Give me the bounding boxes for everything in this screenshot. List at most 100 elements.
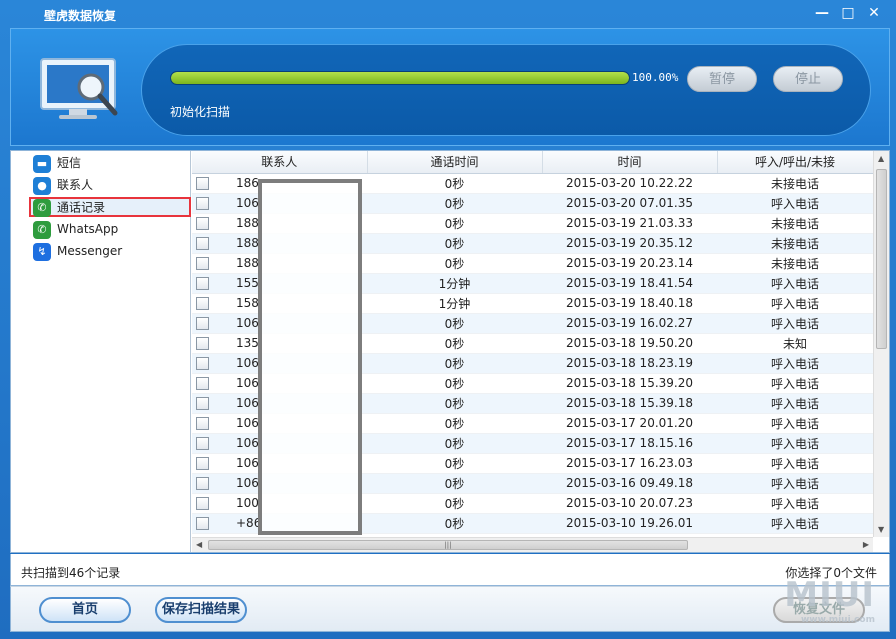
redaction-box — [258, 179, 362, 535]
contact-number: 158 — [236, 296, 259, 310]
row-checkbox[interactable] — [196, 516, 209, 530]
contact-number: 106 — [236, 316, 259, 330]
scan-progress-bar — [170, 71, 630, 85]
duration-cell: 1分钟 — [367, 293, 542, 314]
row-checkbox[interactable] — [196, 436, 209, 450]
contact-number: 106 — [236, 396, 259, 410]
row-checkbox[interactable] — [196, 236, 209, 250]
contact-number: 106 — [236, 376, 259, 390]
time-cell: 2015-03-10 20.07.23 — [542, 493, 717, 514]
sidebar-item-3[interactable]: ✆ WhatsApp — [29, 219, 189, 239]
time-cell: 2015-03-17 20.01.20 — [542, 413, 717, 434]
scroll-left-icon[interactable]: ◀ — [196, 540, 202, 549]
column-header-time[interactable]: 时间 — [542, 151, 718, 174]
contact-number: 155 — [236, 276, 259, 290]
duration-cell: 0秒 — [367, 333, 542, 354]
contact-number: 106 — [236, 196, 259, 210]
duration-cell: 0秒 — [367, 493, 542, 514]
row-checkbox[interactable] — [196, 496, 209, 510]
sidebar-item-0[interactable]: ▬ 短信 — [29, 153, 189, 173]
row-checkbox[interactable] — [196, 396, 209, 410]
call-type-cell: 未接电话 — [717, 233, 873, 254]
call-log-table-area: 联系人 通话时间 时间 呼入/呼出/未接 186 0秒 2015-03-20 10.… — [192, 151, 889, 552]
time-cell: 2015-03-10 19.26.01 — [542, 513, 717, 534]
time-cell: 2015-03-19 16.02.27 — [542, 313, 717, 334]
scroll-right-icon[interactable]: ▶ — [863, 540, 869, 549]
time-cell: 2015-03-19 18.41.54 — [542, 273, 717, 294]
contact-number: 106 — [236, 416, 259, 430]
duration-cell: 0秒 — [367, 193, 542, 214]
call-type-cell: 未知 — [717, 333, 873, 354]
sidebar-item-label: WhatsApp — [57, 222, 119, 236]
row-checkbox[interactable] — [196, 336, 209, 350]
vertical-scrollbar[interactable]: ▲ ▼ — [873, 151, 889, 537]
duration-cell: 0秒 — [367, 393, 542, 414]
scroll-up-icon[interactable]: ▲ — [878, 154, 884, 163]
maximize-button[interactable]: □ — [838, 4, 858, 22]
contact-number: 106 — [236, 476, 259, 490]
scanned-count: 共扫描到46个记录 — [21, 566, 121, 580]
duration-cell: 0秒 — [367, 413, 542, 434]
call-type-cell: 呼入电话 — [717, 293, 873, 314]
sidebar-item-2[interactable]: ✆ 通话记录 — [29, 197, 191, 217]
content-area: ▬ 短信 ● 联系人 ✆ 通话记录 ✆ WhatsApp ↯ Messenger 联系人 通话时间… — [10, 150, 890, 553]
vertical-scroll-thumb[interactable] — [876, 169, 887, 349]
status-bar: 共扫描到46个记录 你选择了0个文件 — [10, 554, 890, 586]
minimize-button[interactable]: — — [812, 4, 832, 22]
time-cell: 2015-03-18 19.50.20 — [542, 333, 717, 354]
sms-icon: ▬ — [33, 154, 51, 173]
call-type-cell: 呼入电话 — [717, 453, 873, 474]
time-cell: 2015-03-18 15.39.20 — [542, 373, 717, 394]
scroll-down-icon[interactable]: ▼ — [878, 525, 884, 534]
time-cell: 2015-03-19 20.35.12 — [542, 233, 717, 254]
time-cell: 2015-03-17 18.15.16 — [542, 433, 717, 454]
home-button[interactable]: 首页 — [39, 597, 131, 623]
save-scan-results-button[interactable]: 保存扫描结果 — [155, 597, 247, 623]
stop-button[interactable]: 停止 — [773, 66, 843, 92]
row-checkbox[interactable] — [196, 376, 209, 390]
time-cell: 2015-03-19 21.03.33 — [542, 213, 717, 234]
sidebar-item-1[interactable]: ● 联系人 — [29, 175, 189, 195]
window-title: 壁虎数据恢复 — [44, 9, 117, 23]
phone-icon: ✆ — [33, 199, 51, 217]
row-checkbox[interactable] — [196, 456, 209, 470]
duration-cell: 0秒 — [367, 453, 542, 474]
call-type-cell: 呼入电话 — [717, 353, 873, 374]
call-type-cell: 未接电话 — [717, 173, 873, 194]
action-bar: 首页 保存扫描结果 恢复文件 MIUI www.miui.com — [10, 575, 890, 632]
call-type-cell: 呼入电话 — [717, 493, 873, 514]
row-checkbox[interactable] — [196, 216, 209, 230]
call-type-cell: 呼入电话 — [717, 413, 873, 434]
horizontal-scroll-thumb[interactable]: ||| — [208, 540, 688, 550]
time-cell: 2015-03-20 10.22.22 — [542, 173, 717, 194]
sidebar-item-label: Messenger — [57, 244, 123, 258]
row-checkbox[interactable] — [196, 196, 209, 210]
call-type-cell: 未接电话 — [717, 253, 873, 274]
title-bar: 壁虎数据恢复 — □ ✕ — [0, 0, 896, 28]
duration-cell: 0秒 — [367, 213, 542, 234]
watermark-logo: MIUI www.miui.com — [784, 575, 875, 625]
pause-button[interactable]: 暂停 — [687, 66, 757, 92]
row-checkbox[interactable] — [196, 416, 209, 430]
row-checkbox[interactable] — [196, 176, 209, 190]
scan-status: 初始化扫描 — [170, 105, 231, 119]
row-checkbox[interactable] — [196, 316, 209, 330]
time-cell: 2015-03-19 18.40.18 — [542, 293, 717, 314]
column-header-contact[interactable]: 联系人 — [192, 151, 368, 174]
contact-number: 188 — [236, 236, 259, 250]
row-checkbox[interactable] — [196, 256, 209, 270]
messenger-icon: ↯ — [33, 242, 51, 261]
row-checkbox[interactable] — [196, 276, 209, 290]
column-header-duration[interactable]: 通话时间 — [367, 151, 543, 174]
duration-cell: 0秒 — [367, 513, 542, 534]
row-checkbox[interactable] — [196, 296, 209, 310]
contact-number: 106 — [236, 356, 259, 370]
row-checkbox[interactable] — [196, 356, 209, 370]
scan-header: 100.00% 暂停 停止 初始化扫描 — [10, 28, 890, 146]
sidebar-item-4[interactable]: ↯ Messenger — [29, 241, 189, 261]
column-header-call-type[interactable]: 呼入/呼出/未接 — [717, 151, 874, 174]
time-cell: 2015-03-17 16.23.03 — [542, 453, 717, 474]
row-checkbox[interactable] — [196, 476, 209, 490]
close-button[interactable]: ✕ — [864, 4, 884, 22]
horizontal-scrollbar[interactable]: ◀ ||| ▶ — [192, 537, 873, 552]
